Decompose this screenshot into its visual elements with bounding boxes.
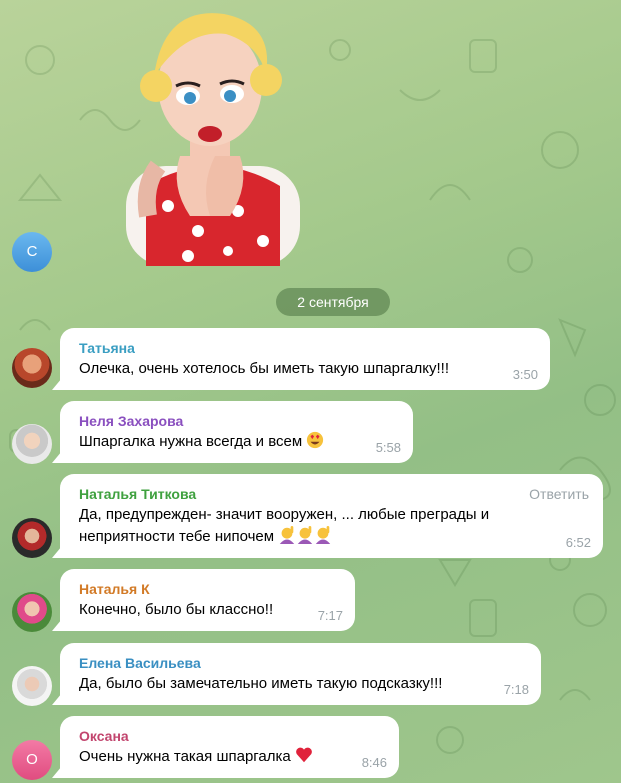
avatar-letter-text: О xyxy=(26,751,38,768)
sender-name[interactable]: Наталья Титкова xyxy=(79,486,591,502)
message-text-content: Очень нужна такая шпаргалка xyxy=(79,748,291,765)
message-bubble[interactable]: Татьяна Олечка, очень хотелось бы иметь … xyxy=(60,328,550,390)
sender-name[interactable]: Неля Захарова xyxy=(79,413,401,429)
message-text: Да, предупрежден- значит вооружен, ... л… xyxy=(79,504,591,548)
avatar[interactable] xyxy=(12,666,52,706)
reply-button[interactable]: Ответить xyxy=(529,486,589,502)
message-text: Шпаргалка нужна всегда и всем xyxy=(79,431,401,453)
message-text: Очень нужна такая шпаргалка xyxy=(79,746,387,768)
message-bubble[interactable]: Неля Захарова Шпаргалка нужна всегда и в… xyxy=(60,401,413,463)
avatar[interactable] xyxy=(12,518,52,558)
message-time: 6:52 xyxy=(565,535,591,550)
avatar[interactable] xyxy=(12,424,52,464)
message-text-content: Шпаргалка нужна всегда и всем xyxy=(79,433,303,450)
message-text: Олечка, очень хотелось бы иметь такую шп… xyxy=(79,360,449,377)
message-text: Да, было бы замечательно иметь такую под… xyxy=(79,675,443,692)
avatar-letter[interactable]: С xyxy=(12,232,52,272)
message-bubble[interactable]: Наталья К Конечно, было бы классно!! 7:1… xyxy=(60,569,355,631)
message-bubble[interactable]: Оксана Очень нужна такая шпаргалка 8:46 xyxy=(60,716,399,778)
message-bubble[interactable]: Елена Васильева Да, было бы замечательно… xyxy=(60,643,541,705)
raising-hand-emoji xyxy=(298,526,313,544)
sender-name[interactable]: Татьяна xyxy=(79,340,538,356)
sender-name[interactable]: Оксана xyxy=(79,728,387,744)
raising-hand-emoji xyxy=(280,526,295,544)
heart-eyes-emoji xyxy=(307,431,324,449)
raising-hand-emoji xyxy=(316,526,331,544)
message-text: Конечно, было бы классно!! xyxy=(79,601,274,618)
message-time: 8:46 xyxy=(361,755,387,770)
sender-name[interactable]: Елена Васильева xyxy=(79,655,529,671)
sticker-blonde-woman[interactable] xyxy=(118,6,308,268)
sender-name[interactable]: Наталья К xyxy=(79,581,343,597)
date-separator: 2 сентября xyxy=(276,288,390,316)
avatar-letter-text: С xyxy=(26,243,38,260)
avatar[interactable] xyxy=(12,348,52,388)
message-time: 7:17 xyxy=(317,608,343,623)
message-time: 5:58 xyxy=(375,440,401,455)
message-time: 7:18 xyxy=(503,682,529,697)
message-bubble[interactable]: Наталья Титкова Ответить Да, предупрежде… xyxy=(60,474,603,558)
message-time: 3:50 xyxy=(512,367,538,382)
red-heart-emoji xyxy=(296,747,312,763)
avatar-letter[interactable]: О xyxy=(12,740,52,780)
avatar[interactable] xyxy=(12,592,52,632)
